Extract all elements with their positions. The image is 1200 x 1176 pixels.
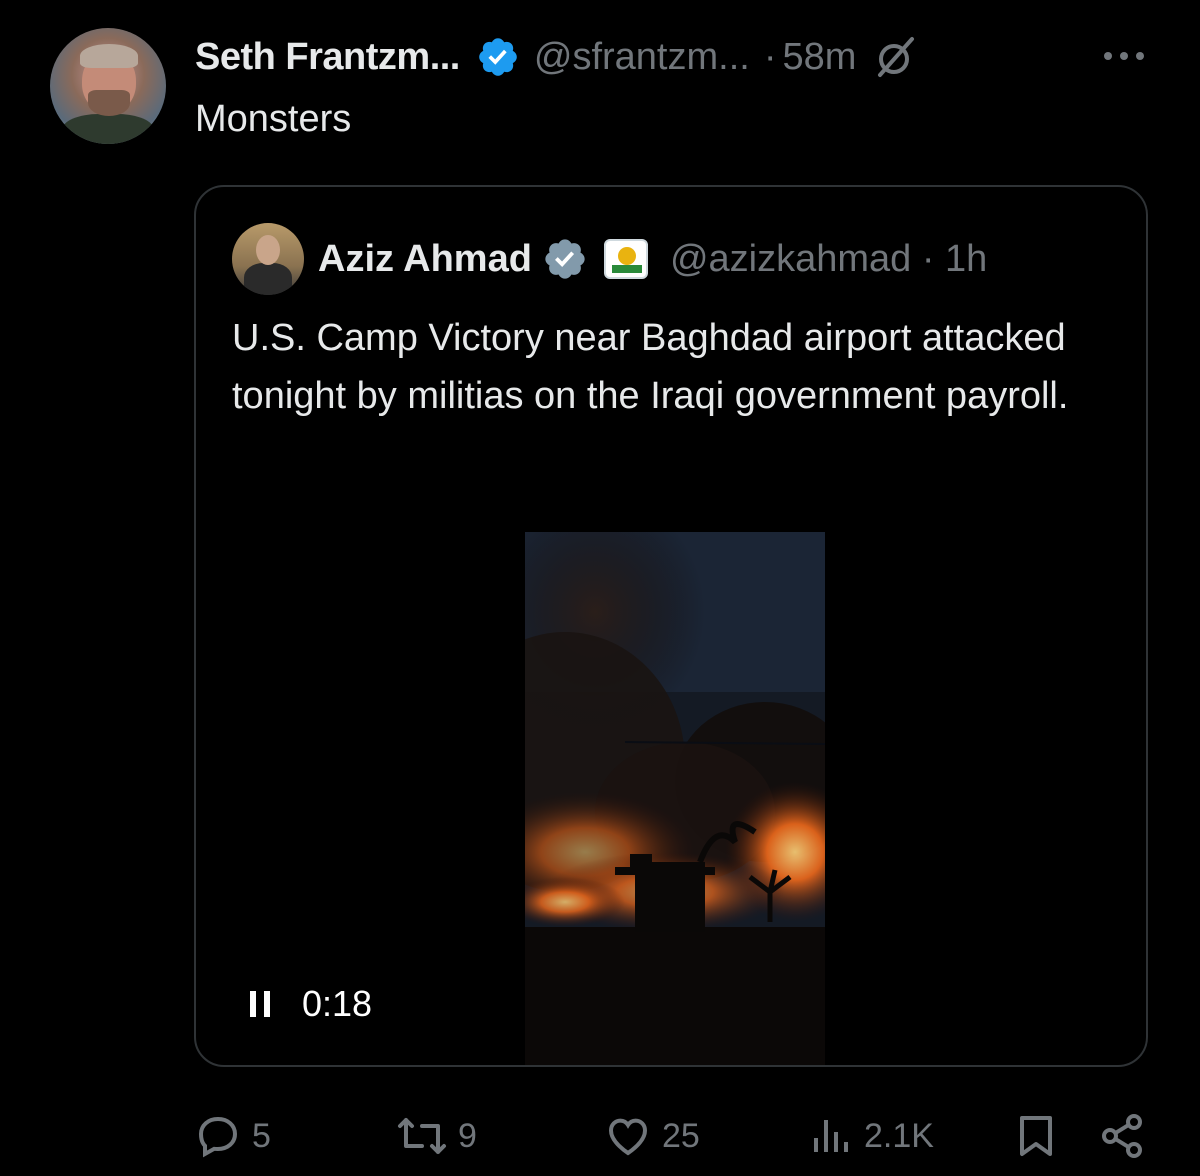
reply-button[interactable]: 5 [194,1108,271,1164]
retweet-button[interactable]: 9 [396,1108,477,1164]
badge-sun-shape [617,247,636,265]
video-controls: 0:18 [248,983,372,1025]
quoted-tweet[interactable]: Aziz Ahmad @azizkahmad · 1h U.S. Camp Vi… [194,185,1148,1067]
video-player[interactable] [525,532,825,1065]
reply-icon [198,1116,238,1158]
quoted-author-handle[interactable]: @azizkahmad · 1h [670,238,987,281]
tweet-time[interactable]: 58m [782,36,856,79]
author-name[interactable]: Seth Frantzm... [195,36,460,79]
quoted-author-name[interactable]: Aziz Ahmad [318,238,532,281]
share-button[interactable] [1098,1108,1156,1164]
verified-badge-icon [479,38,517,76]
quoted-author-avatar[interactable] [232,223,304,295]
affiliate-badge-icon[interactable] [603,239,648,279]
avatar-body [62,114,154,144]
more-icon[interactable] [1100,46,1148,66]
share-icon [1102,1114,1142,1158]
avatar-beard [88,90,130,116]
views-button[interactable]: 2.1K [806,1108,934,1164]
pause-icon[interactable] [248,989,272,1019]
bookmark-button[interactable] [1012,1108,1070,1164]
video-frame [525,532,825,1065]
video-timestamp: 0:18 [302,983,373,1024]
verified-badge-icon [545,239,585,279]
quoted-tweet-text: U.S. Camp Victory near Baghdad airport a… [232,317,1069,417]
action-bar: 5 9 25 2.1K [0,1108,1200,1164]
views-icon [814,1120,848,1152]
avatar-body [244,263,292,295]
tweet-text: Monsters [195,98,352,140]
reply-count: 5 [252,1116,271,1155]
badge-base-shape [611,265,642,273]
views-count: 2.1K [864,1116,934,1155]
quoted-tweet-header: Aziz Ahmad @azizkahmad · 1h [232,223,987,295]
avatar-hair [80,44,138,68]
retweet-count: 9 [458,1116,477,1155]
bookmark-icon [1020,1116,1052,1156]
author-handle[interactable]: @sfrantzm... [534,36,750,79]
grok-icon[interactable] [872,33,920,81]
avatar-face [256,235,280,265]
tweet-header: Seth Frantzm... @sfrantzm... · 58m [195,30,920,84]
tweet[interactable]: Seth Frantzm... @sfrantzm... · 58m Monst… [0,0,1200,1176]
like-button[interactable]: 25 [604,1108,700,1164]
separator-dot: · [763,35,777,78]
author-avatar[interactable] [50,28,166,144]
retweet-icon [398,1118,446,1154]
heart-icon [608,1118,648,1156]
like-count: 25 [662,1116,700,1155]
